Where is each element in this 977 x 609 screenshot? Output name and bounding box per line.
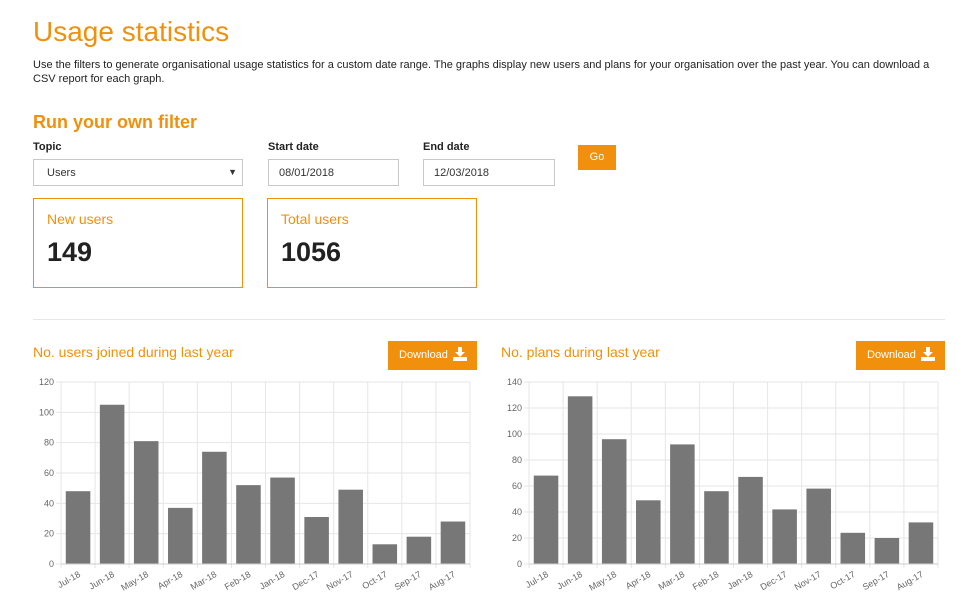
plans-chart-ytick-label: 60 <box>512 481 522 491</box>
plans-chart-bar <box>738 476 763 564</box>
plans-chart-bar <box>874 538 900 564</box>
users-chart-ytick-label: 120 <box>39 377 54 387</box>
plans-chart-title: No. plans during last year <box>501 344 660 360</box>
plans-chart-ytick-label: 80 <box>512 455 522 465</box>
users-chart-xtick-label: Jan-18 <box>258 569 287 591</box>
users-chart-xtick-label: Feb-18 <box>223 569 253 592</box>
plans-chart-bar <box>636 500 661 564</box>
download-icon <box>921 347 935 361</box>
users-chart-xtick-label: Apr-18 <box>156 569 184 591</box>
topic-select[interactable]: Users ▼ <box>33 159 243 186</box>
plans-chart-ytick-label: 120 <box>507 403 522 413</box>
users-chart-xtick-label: May-18 <box>119 569 150 593</box>
users-chart-bar <box>406 536 432 564</box>
users-chart-bar <box>372 544 398 564</box>
new-users-value: 149 <box>47 237 93 267</box>
plans-chart-bar <box>806 488 831 564</box>
plans-chart-xtick-label: Dec-17 <box>758 569 788 592</box>
plans-chart-ytick-label: 20 <box>512 533 522 543</box>
plans-bar-chart: 0 20 40 60 80 100 120 140 Jul-18 Jun-18 May-18 Apr-… <box>507 377 939 593</box>
plans-chart-xtick-label: Mar-18 <box>657 569 687 592</box>
users-chart-xtick-label: Sep-17 <box>393 569 423 592</box>
plans-chart-ytick-label: 0 <box>517 559 522 569</box>
new-users-label: New users <box>47 211 114 227</box>
users-chart-bar <box>168 507 193 564</box>
plans-chart-xtick-label: Sep-17 <box>861 569 891 592</box>
end-date-input[interactable]: 12/03/2018 <box>423 159 555 186</box>
plans-chart-ytick-label: 100 <box>507 429 522 439</box>
users-chart-bar <box>270 477 295 564</box>
plans-chart-bar <box>567 396 593 564</box>
users-chart-xtick-label: Mar-18 <box>189 569 219 592</box>
plans-chart-xtick-label: Feb-18 <box>691 569 721 592</box>
users-chart-bar <box>236 485 261 564</box>
section-divider <box>33 319 945 320</box>
total-users-label: Total users <box>281 211 349 227</box>
plans-chart-bar <box>908 522 934 564</box>
users-chart-bar <box>304 516 329 564</box>
users-chart-bar <box>65 491 91 564</box>
users-download-button[interactable]: Download <box>388 341 477 370</box>
plans-chart-bar <box>670 444 695 564</box>
plans-chart-xtick-label: Oct-17 <box>828 569 856 591</box>
users-chart-bar <box>133 441 159 564</box>
users-chart-xtick-label: Aug-17 <box>427 569 457 592</box>
users-chart-ytick-label: 80 <box>44 438 54 448</box>
users-chart-ytick-label: 20 <box>44 529 54 539</box>
plans-chart-xtick-label: Jun-18 <box>555 569 584 591</box>
plans-chart-bar <box>772 509 797 564</box>
plans-chart-ytick-label: 140 <box>507 377 522 387</box>
users-chart-xtick-label: Nov-17 <box>325 569 355 592</box>
plans-chart-xtick-label: Aug-17 <box>895 569 925 592</box>
plans-chart-xtick-label: May-18 <box>587 569 618 593</box>
plans-download-label: Download <box>867 349 916 361</box>
topic-label: Topic <box>33 141 62 153</box>
users-download-label: Download <box>399 349 448 361</box>
plans-chart-xtick-label: Jan-18 <box>726 569 755 591</box>
plans-chart-ytick-label: 40 <box>512 507 522 517</box>
users-chart-bar <box>440 521 466 564</box>
users-chart-xtick-label: Oct-17 <box>360 569 388 591</box>
users-chart-xtick-label: Dec-17 <box>290 569 320 592</box>
chevron-down-icon: ▼ <box>228 167 237 177</box>
start-date-label: Start date <box>268 141 319 153</box>
go-button[interactable]: Go <box>578 145 616 170</box>
filter-heading: Run your own filter <box>33 112 197 132</box>
plans-chart-xtick-label: Apr-18 <box>624 569 652 591</box>
plans-chart-bar <box>601 439 627 564</box>
users-chart-xtick-label: Jul-18 <box>56 569 82 590</box>
users-bar-chart: 0 20 40 60 80 100 120 Jul-18 Jun-18 May-18 Apr-18 M… <box>39 377 471 593</box>
total-users-value: 1056 <box>281 237 342 267</box>
plans-download-button[interactable]: Download <box>856 341 945 370</box>
plans-chart-bar <box>704 491 729 564</box>
plans-chart-bar <box>840 532 866 564</box>
plans-chart-bar <box>533 475 559 564</box>
users-chart-bar <box>338 489 363 564</box>
new-users-card: New users 149 <box>33 198 243 288</box>
users-chart-xtick-label: Jun-18 <box>87 569 116 591</box>
page-title: Usage statistics <box>33 16 230 47</box>
download-icon <box>453 347 467 361</box>
plans-chart-xtick-label: Jul-18 <box>524 569 550 590</box>
users-chart-title: No. users joined during last year <box>33 344 234 360</box>
plans-chart-xtick-label: Nov-17 <box>793 569 823 592</box>
page-intro: Use the filters to generate organisation… <box>33 59 930 85</box>
users-chart-ytick-label: 100 <box>39 407 54 417</box>
end-date-label: End date <box>423 141 470 153</box>
users-chart-ytick-label: 60 <box>44 468 54 478</box>
users-chart-ytick-label: 40 <box>44 498 54 508</box>
users-chart-bar <box>99 404 125 564</box>
total-users-card: Total users 1056 <box>267 198 477 288</box>
start-date-input[interactable]: 08/01/2018 <box>268 159 399 186</box>
users-chart-ytick-label: 0 <box>49 559 54 569</box>
users-chart-bar <box>202 451 227 564</box>
topic-select-value: Users <box>47 167 76 179</box>
